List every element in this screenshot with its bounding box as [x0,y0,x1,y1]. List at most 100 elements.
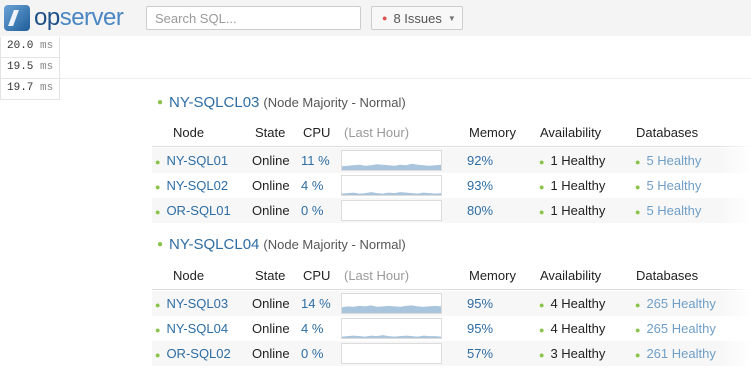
timing-entry: 19.5 ms [0,58,60,79]
node-link[interactable]: ● OR-SQL02 [155,346,231,361]
cpu-sparkline[interactable] [341,343,442,364]
node-link[interactable]: ● NY-SQL01 [155,153,228,168]
table-row[interactable]: ● OR-SQL02 Online 0 % 57% ● 3 Healthy ● 261… [152,341,751,366]
sparkline-area [342,192,441,195]
status-dot-icon: ● [539,350,545,360]
status-dot-icon: ● [635,300,641,310]
availability-status[interactable]: ● 3 Healthy [539,346,605,361]
table-row[interactable]: ● NY-SQL02 Online 4 % 93% ● 1 Healthy ● 5 H… [152,173,751,198]
status-dot-icon: ● [539,157,545,167]
availability-status[interactable]: ● 4 Healthy [539,321,605,336]
cpu-value[interactable]: 0 % [301,346,323,361]
databases-status[interactable]: ● 5 Healthy [635,178,701,193]
status-dot-icon: ● [155,325,161,335]
status-dot-icon: ● [635,157,641,167]
cpu-sparkline[interactable] [341,293,442,314]
node-state: Online [252,203,290,218]
sparkline-area [342,305,441,313]
status-dot-icon: ● [155,300,161,310]
cluster-detail: (Node Majority - Normal) [263,95,406,110]
cpu-value[interactable]: 0 % [301,203,323,218]
divider [60,78,751,79]
node-state: Online [252,178,290,193]
column-header-availability: Availability [540,125,602,140]
issues-dropdown[interactable]: ● 8 Issues ▼ [371,6,463,30]
databases-status[interactable]: ● 5 Healthy [635,153,701,168]
node-link[interactable]: ● NY-SQL02 [155,178,228,193]
status-dot-icon: ● [539,300,545,310]
timing-entry: 19.7 ms [0,79,60,100]
sparkline-chart [342,163,441,170]
status-dot-icon: ● [539,182,545,192]
chevron-down-icon: ▼ [447,13,456,23]
databases-status[interactable]: ● 265 Healthy [635,296,716,311]
column-header-databases: Databases [636,268,699,283]
databases-status[interactable]: ● 5 Healthy [635,203,701,218]
memory-value[interactable]: 57% [467,346,493,361]
cluster-title[interactable]: ● NY-SQLCL04 (Node Majority - Normal) [157,236,406,253]
timing-entry: 20.0 ms [0,37,60,58]
column-header-state: State [255,268,286,283]
logo-text: opserver [34,4,124,31]
opserver-logo[interactable]: opserver [4,4,124,32]
edge-fade [720,79,751,372]
availability-status[interactable]: ● 4 Healthy [539,296,605,311]
sparkline-area [342,163,441,170]
cluster-title[interactable]: ● NY-SQLCL03 (Node Majority - Normal) [157,94,406,111]
memory-value[interactable]: 80% [467,203,493,218]
cpu-sparkline[interactable] [341,318,442,339]
databases-status[interactable]: ● 265 Healthy [635,321,716,336]
column-header-last-hour: (Last Hour) [344,125,410,140]
search-input[interactable] [146,6,361,30]
node-state: Online [252,153,290,168]
cluster-name[interactable]: NY-SQLCL03 [169,94,259,111]
memory-value[interactable]: 95% [467,321,493,336]
node-link[interactable]: ● NY-SQL04 [155,321,228,336]
memory-value[interactable]: 95% [467,296,493,311]
memory-value[interactable]: 93% [467,178,493,193]
status-dot-icon: ● [539,325,545,335]
top-bar: opserver ● 8 Issues ▼ [0,0,751,36]
status-dot-icon: ● [635,207,641,217]
cpu-sparkline[interactable] [341,150,442,171]
status-dot-icon: ● [155,350,161,360]
table-row[interactable]: ● NY-SQL03 Online 14 % 95% ● 4 Healthy ● 26… [152,291,751,316]
column-header-availability: Availability [540,268,602,283]
availability-status[interactable]: ● 1 Healthy [539,203,605,218]
memory-value[interactable]: 92% [467,153,493,168]
node-link[interactable]: ● OR-SQL01 [155,203,231,218]
header-divider [152,146,751,147]
cpu-value[interactable]: 11 % [301,153,330,168]
issue-status-icon: ● [382,13,388,23]
availability-status[interactable]: ● 1 Healthy [539,153,605,168]
table-row[interactable]: ● OR-SQL01 Online 0 % 80% ● 1 Healthy ● 5 H… [152,198,751,223]
node-state: Online [252,346,290,361]
column-header-cpu: CPU [303,268,331,283]
column-header-last-hour: (Last Hour) [344,268,410,283]
cluster-name[interactable]: NY-SQLCL04 [169,236,259,253]
sparkline-chart [342,335,441,338]
issues-label: 8 Issues [393,10,442,26]
status-dot-icon: ● [539,207,545,217]
databases-status[interactable]: ● 261 Healthy [635,346,716,361]
sparkline-chart [342,201,441,220]
timings-panel: 20.0 ms 19.5 ms 19.7 ms [0,37,60,100]
sparkline-area [342,335,441,338]
status-dot-icon: ● [635,182,641,192]
table-row[interactable]: ● NY-SQL04 Online 4 % 95% ● 4 Healthy ● 265… [152,316,751,341]
node-link[interactable]: ● NY-SQL03 [155,296,228,311]
status-dot-icon: ● [157,239,164,250]
column-header-memory: Memory [469,268,516,283]
cpu-value[interactable]: 4 % [301,178,323,193]
cpu-sparkline[interactable] [341,175,442,196]
node-state: Online [252,321,290,336]
status-dot-icon: ● [157,97,164,108]
availability-status[interactable]: ● 1 Healthy [539,178,605,193]
column-header-memory: Memory [469,125,516,140]
cpu-value[interactable]: 14 % [301,296,331,311]
status-dot-icon: ● [635,325,641,335]
cluster-detail: (Node Majority - Normal) [263,237,406,252]
cpu-sparkline[interactable] [341,200,442,221]
cpu-value[interactable]: 4 % [301,321,323,336]
table-row[interactable]: ● NY-SQL01 Online 11 % 92% ● 1 Healthy ● 5 … [152,148,751,173]
